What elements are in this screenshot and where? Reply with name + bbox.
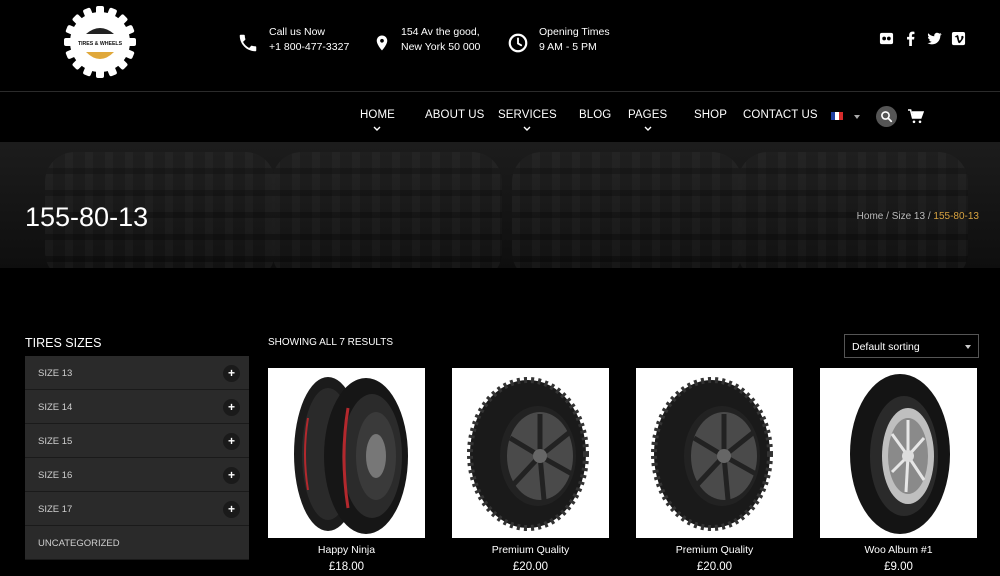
- sidebar-item-label: SIZE 13: [38, 368, 73, 379]
- contact-phone-number[interactable]: +1 800-477-3327: [269, 40, 349, 55]
- product-price: £9.00: [884, 561, 913, 573]
- contact-phone-label: Call us Now: [269, 26, 326, 38]
- breadcrumb-current: 155-80-13: [933, 211, 979, 222]
- page-title: 155-80-13: [25, 202, 149, 232]
- chevron-down-icon: [644, 126, 652, 131]
- contact-hours: Opening Times 9 AM - 5 PM: [507, 25, 610, 55]
- nav-services[interactable]: SERVICES: [498, 109, 557, 131]
- nav-shop[interactable]: SHOP: [694, 109, 727, 121]
- expand-plus-icon[interactable]: +: [223, 365, 240, 382]
- contact-address-line1: 154 Av the good,: [401, 26, 480, 38]
- expand-plus-icon[interactable]: +: [223, 467, 240, 484]
- phone-icon: [239, 34, 257, 52]
- vimeo-icon[interactable]: [951, 31, 966, 46]
- breadcrumb-separator: /: [883, 211, 892, 222]
- main-nav: HOME ABOUT US SERVICES BLOG PAGES SHOP C…: [0, 92, 1000, 142]
- twitter-icon[interactable]: [927, 31, 942, 46]
- chevron-down-icon: [523, 126, 531, 131]
- flickr-icon[interactable]: [879, 31, 894, 46]
- sidebar-item-size-14[interactable]: SIZE 14 +: [25, 390, 249, 424]
- sidebar-item-label: SIZE 14: [38, 402, 73, 413]
- nav-home-label: HOME: [360, 109, 395, 121]
- nav-pages[interactable]: PAGES: [628, 109, 668, 131]
- contact-hours-label: Opening Times: [539, 26, 610, 38]
- motorcycle-tires-image: [294, 377, 408, 534]
- page-hero: 155-80-13 Home / Size 13 / 155-80-13: [0, 142, 1000, 268]
- sidebar-item-size-17[interactable]: SIZE 17 +: [25, 492, 249, 526]
- map-pin-icon: [376, 35, 388, 51]
- contact-address: 154 Av the good, New York 50 000: [373, 25, 480, 55]
- sidebar-item-size-16[interactable]: SIZE 16 +: [25, 458, 249, 492]
- language-caret-icon[interactable]: [854, 115, 860, 119]
- nav-contact-label: CONTACT US: [743, 109, 818, 121]
- nav-contact[interactable]: CONTACT US: [743, 109, 818, 121]
- product-price: £20.00: [696, 561, 733, 573]
- top-bar: TIRES & WHEELS Call us Now +1 800-477-33…: [0, 0, 1000, 91]
- language-flag-icon[interactable]: [831, 112, 843, 120]
- cart-icon[interactable]: [908, 109, 924, 124]
- product-card[interactable]: Premium Quality £20.00: [636, 368, 793, 573]
- breadcrumb: Home / Size 13 / 155-80-13: [857, 211, 979, 222]
- contact-phone: Call us Now +1 800-477-3327: [237, 25, 349, 55]
- car-tire-image: [651, 377, 773, 531]
- product-card[interactable]: Woo Album #1 £9.00: [820, 368, 977, 573]
- search-icon: [881, 111, 893, 123]
- nav-shop-label: SHOP: [694, 109, 727, 121]
- nav-services-label: SERVICES: [498, 109, 557, 121]
- product-name[interactable]: Premium Quality: [636, 544, 793, 556]
- hero-overlay: [0, 142, 1000, 268]
- sidebar-item-size-15[interactable]: SIZE 15 +: [25, 424, 249, 458]
- product-image[interactable]: [268, 368, 425, 538]
- sidebar-item-uncategorized[interactable]: UNCATEGORIZED: [25, 526, 249, 560]
- breadcrumb-home[interactable]: Home: [857, 211, 884, 222]
- expand-plus-icon[interactable]: +: [223, 501, 240, 518]
- contact-hours-value: 9 AM - 5 PM: [539, 41, 597, 53]
- sidebar-item-label: UNCATEGORIZED: [38, 538, 120, 549]
- logo-text: TIRES & WHEELS: [78, 41, 123, 47]
- search-button[interactable]: [876, 106, 897, 127]
- sidebar-categories: SIZE 13 + SIZE 14 + SIZE 15 + SIZE 16 + …: [25, 356, 249, 560]
- product-name[interactable]: Woo Album #1: [820, 544, 977, 556]
- sidebar-item-label: SIZE 16: [38, 470, 73, 481]
- facebook-icon[interactable]: [903, 31, 918, 46]
- product-card[interactable]: Happy Ninja £18.00: [268, 368, 425, 573]
- logo[interactable]: TIRES & WHEELS: [64, 6, 136, 78]
- clock-icon: [508, 33, 528, 53]
- product-price: £18.00: [328, 561, 365, 573]
- sort-select-value: Default sorting: [852, 341, 920, 353]
- sidebar-title: TIRES SIZES: [25, 336, 102, 350]
- product-image[interactable]: [820, 368, 977, 538]
- nav-blog[interactable]: BLOG: [579, 109, 611, 121]
- chevron-down-icon: [965, 345, 971, 349]
- expand-plus-icon[interactable]: +: [223, 399, 240, 416]
- product-image[interactable]: [636, 368, 793, 538]
- product-name[interactable]: Happy Ninja: [268, 544, 425, 556]
- nav-home[interactable]: HOME: [360, 109, 395, 131]
- motorcycle-wheel-image: [850, 374, 950, 534]
- sidebar-item-label: SIZE 15: [38, 436, 73, 447]
- product-image[interactable]: [452, 368, 609, 538]
- sidebar-item-label: SIZE 17: [38, 504, 73, 515]
- nav-about[interactable]: ABOUT US: [425, 109, 484, 121]
- product-price: £20.00: [512, 561, 549, 573]
- nav-about-label: ABOUT US: [425, 109, 485, 121]
- contact-address-line2: New York 50 000: [401, 41, 481, 53]
- breadcrumb-parent[interactable]: Size 13: [892, 211, 925, 222]
- product-card[interactable]: Premium Quality £20.00: [452, 368, 609, 573]
- nav-blog-label: BLOG: [579, 109, 612, 121]
- product-name[interactable]: Premium Quality: [452, 544, 609, 556]
- chevron-down-icon: [373, 126, 381, 131]
- sort-select[interactable]: Default sorting: [844, 334, 979, 358]
- nav-pages-label: PAGES: [628, 109, 668, 121]
- sidebar-item-size-13[interactable]: SIZE 13 +: [25, 356, 249, 390]
- car-tire-image: [467, 377, 589, 531]
- expand-plus-icon[interactable]: +: [223, 433, 240, 450]
- results-count: SHOWING ALL 7 RESULTS: [268, 337, 394, 348]
- social-links: [879, 31, 966, 46]
